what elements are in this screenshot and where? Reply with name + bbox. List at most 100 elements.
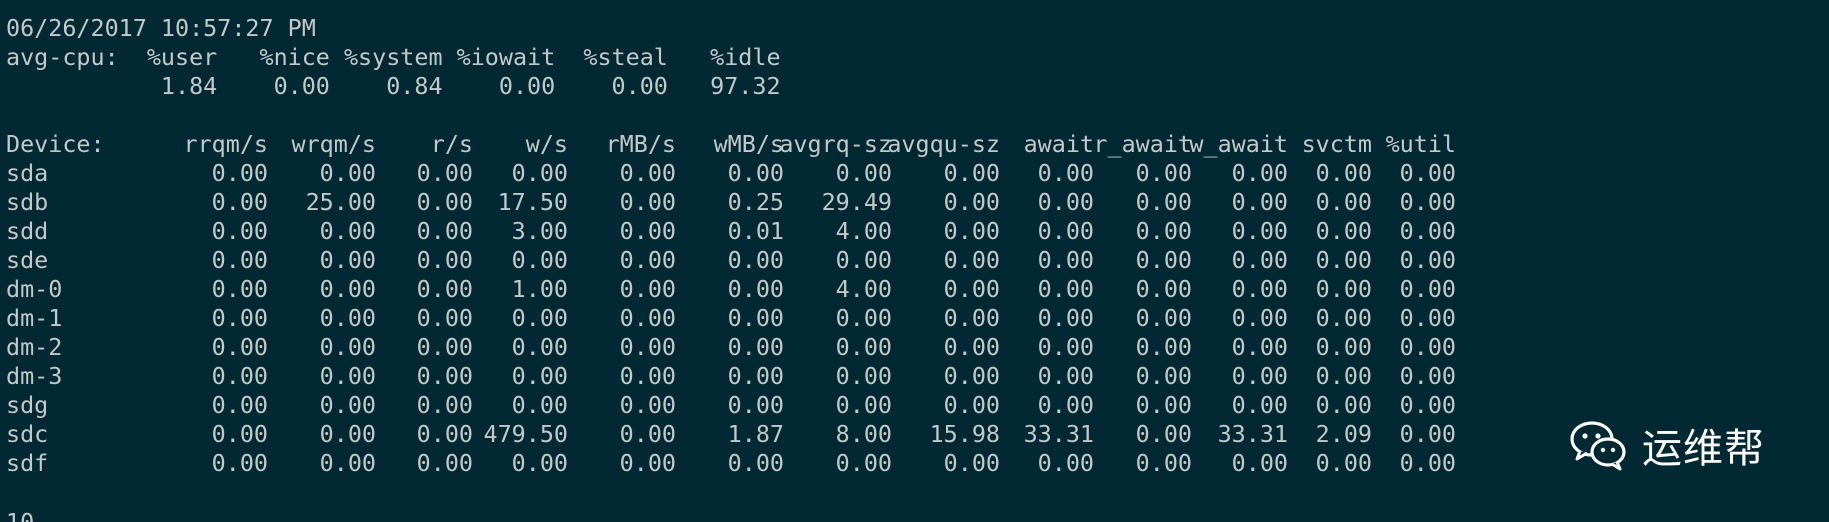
metric-cell-util: 0.00 <box>1399 391 1456 419</box>
metric-cell-r-await: 0.00 <box>1135 217 1192 245</box>
metric-cell-w-await: 0.00 <box>1231 391 1288 419</box>
metric-cell-util: 0.00 <box>1399 159 1456 187</box>
metric-cell-svctm: 2.09 <box>1315 420 1372 448</box>
device-name-cell: dm-0 <box>6 275 63 303</box>
terminal-output: 06/26/2017 10:57:27 PM avg-cpu: %user %n… <box>6 14 1456 478</box>
metric-cell-r-await: 0.00 <box>1135 420 1192 448</box>
device-name-cell: sdd <box>6 217 49 245</box>
column-header-await: await <box>1023 130 1094 158</box>
metric-cell-w-per-s: 0.00 <box>511 159 568 187</box>
metric-cell-util: 0.00 <box>1399 217 1456 245</box>
metric-cell-r-per-s: 0.00 <box>416 362 473 390</box>
metric-cell-rrqm: 0.00 <box>211 362 268 390</box>
metric-cell-w-per-s: 479.50 <box>483 420 569 448</box>
device-name-cell: dm-1 <box>6 304 63 332</box>
table-row: sdd 0.00 0.00 0.00 3.00 0.00 0.01 4.00 0.00 0.00 0… <box>6 217 1456 246</box>
metric-cell-wrqm: 0.00 <box>319 275 376 303</box>
metric-cell-util: 0.00 <box>1399 188 1456 216</box>
metric-cell-w-per-s: 0.00 <box>511 362 568 390</box>
metric-cell-wrqm: 0.00 <box>319 391 376 419</box>
metric-cell-await: 0.00 <box>1037 304 1094 332</box>
column-header-wrqm: wrqm/s <box>291 130 377 158</box>
table-row: sdg 0.00 0.00 0.00 0.00 0.00 0.00 0.00 0.00 0.00 0… <box>6 391 1456 420</box>
metric-cell-avgqu-sz: 0.00 <box>943 362 1000 390</box>
metric-cell-await: 0.00 <box>1037 362 1094 390</box>
metric-cell-util: 0.00 <box>1399 246 1456 274</box>
device-name-cell: sdb <box>6 188 49 216</box>
metric-cell-r-await: 0.00 <box>1135 449 1192 477</box>
metric-cell-avgqu-sz: 0.00 <box>943 391 1000 419</box>
metric-cell-avgqu-sz: 0.00 <box>943 333 1000 361</box>
metric-cell-rmb: 0.00 <box>619 362 676 390</box>
metric-cell-w-per-s: 1.00 <box>511 275 568 303</box>
metric-cell-avgrq-sz: 8.00 <box>835 420 892 448</box>
metric-cell-w-await: 33.31 <box>1217 420 1288 448</box>
metric-cell-rrqm: 0.00 <box>211 159 268 187</box>
metric-cell-avgqu-sz: 0.00 <box>943 275 1000 303</box>
metric-cell-rrqm: 0.00 <box>211 333 268 361</box>
table-row: sdb 0.00 25.00 0.00 17.50 0.00 0.25 29.49 0.00 0.… <box>6 188 1456 217</box>
column-header-svctm: svctm <box>1301 130 1372 158</box>
metric-cell-wrqm: 0.00 <box>319 217 376 245</box>
metric-cell-rrqm: 0.00 <box>211 217 268 245</box>
metric-cell-w-await: 0.00 <box>1231 362 1288 390</box>
metric-cell-avgrq-sz: 0.00 <box>835 449 892 477</box>
metric-cell-rmb: 0.00 <box>619 391 676 419</box>
wechat-icon <box>1570 421 1626 471</box>
metric-cell-w-per-s: 0.00 <box>511 449 568 477</box>
metric-cell-avgqu-sz: 0.00 <box>943 217 1000 245</box>
metric-cell-await: 0.00 <box>1037 159 1094 187</box>
metric-cell-svctm: 0.00 <box>1315 304 1372 332</box>
metric-cell-await: 0.00 <box>1037 391 1094 419</box>
metric-cell-util: 0.00 <box>1399 304 1456 332</box>
column-header-wmb: wMB/s <box>713 130 784 158</box>
metric-cell-avgqu-sz: 15.98 <box>929 420 1000 448</box>
column-header-r-await: r_await <box>1093 130 1192 158</box>
metric-cell-rrqm: 0.00 <box>211 391 268 419</box>
device-name-cell: dm-3 <box>6 362 63 390</box>
column-header-util: %util <box>1385 130 1456 158</box>
table-row: dm-0 0.00 0.00 0.00 1.00 0.00 0.00 4.00 0.00 0.00… <box>6 275 1456 304</box>
metric-cell-w-await: 0.00 <box>1231 449 1288 477</box>
column-header-w-await: w_await <box>1189 130 1288 158</box>
metric-cell-await: 0.00 <box>1037 333 1094 361</box>
column-header-rmb: rMB/s <box>605 130 676 158</box>
metric-cell-await: 0.00 <box>1037 449 1094 477</box>
metric-cell-util: 0.00 <box>1399 362 1456 390</box>
metric-cell-await: 0.00 <box>1037 217 1094 245</box>
metric-cell-wmb: 0.00 <box>727 159 784 187</box>
metric-cell-rmb: 0.00 <box>619 275 676 303</box>
metric-cell-avgqu-sz: 0.00 <box>943 159 1000 187</box>
metric-cell-wmb: 0.00 <box>727 246 784 274</box>
metric-cell-w-await: 0.00 <box>1231 159 1288 187</box>
metric-cell-svctm: 0.00 <box>1315 391 1372 419</box>
metric-cell-avgrq-sz: 0.00 <box>835 333 892 361</box>
metric-cell-r-per-s: 0.00 <box>416 333 473 361</box>
metric-cell-r-per-s: 0.00 <box>416 188 473 216</box>
metric-cell-avgrq-sz: 0.00 <box>835 304 892 332</box>
column-header-device: Device: <box>6 130 105 158</box>
table-row: sdc 0.00 0.00 0.00 479.50 0.00 1.87 8.00 15.98 33… <box>6 420 1456 449</box>
device-name-cell: sde <box>6 246 49 274</box>
metric-cell-svctm: 0.00 <box>1315 275 1372 303</box>
watermark: 运维帮 <box>1570 410 1800 480</box>
metric-cell-await: 0.00 <box>1037 188 1094 216</box>
metric-cell-avgrq-sz: 4.00 <box>835 275 892 303</box>
metric-cell-util: 0.00 <box>1399 275 1456 303</box>
device-name-cell: sdc <box>6 420 49 448</box>
metric-cell-w-await: 0.00 <box>1231 333 1288 361</box>
metric-cell-rmb: 0.00 <box>619 217 676 245</box>
metric-cell-r-per-s: 0.00 <box>416 449 473 477</box>
metric-cell-r-per-s: 0.00 <box>416 246 473 274</box>
metric-cell-r-per-s: 0.00 <box>416 217 473 245</box>
device-name-cell: sdg <box>6 391 49 419</box>
column-header-avgqu-sz: avgqu-sz <box>887 130 1000 158</box>
metric-cell-w-await: 0.00 <box>1231 217 1288 245</box>
metric-cell-wrqm: 0.00 <box>319 362 376 390</box>
metric-cell-rmb: 0.00 <box>619 304 676 332</box>
metric-cell-wmb: 0.00 <box>727 304 784 332</box>
metric-cell-wmb: 0.00 <box>727 275 784 303</box>
metric-cell-rmb: 0.00 <box>619 449 676 477</box>
metric-cell-r-per-s: 0.00 <box>416 391 473 419</box>
metric-cell-r-await: 0.00 <box>1135 188 1192 216</box>
